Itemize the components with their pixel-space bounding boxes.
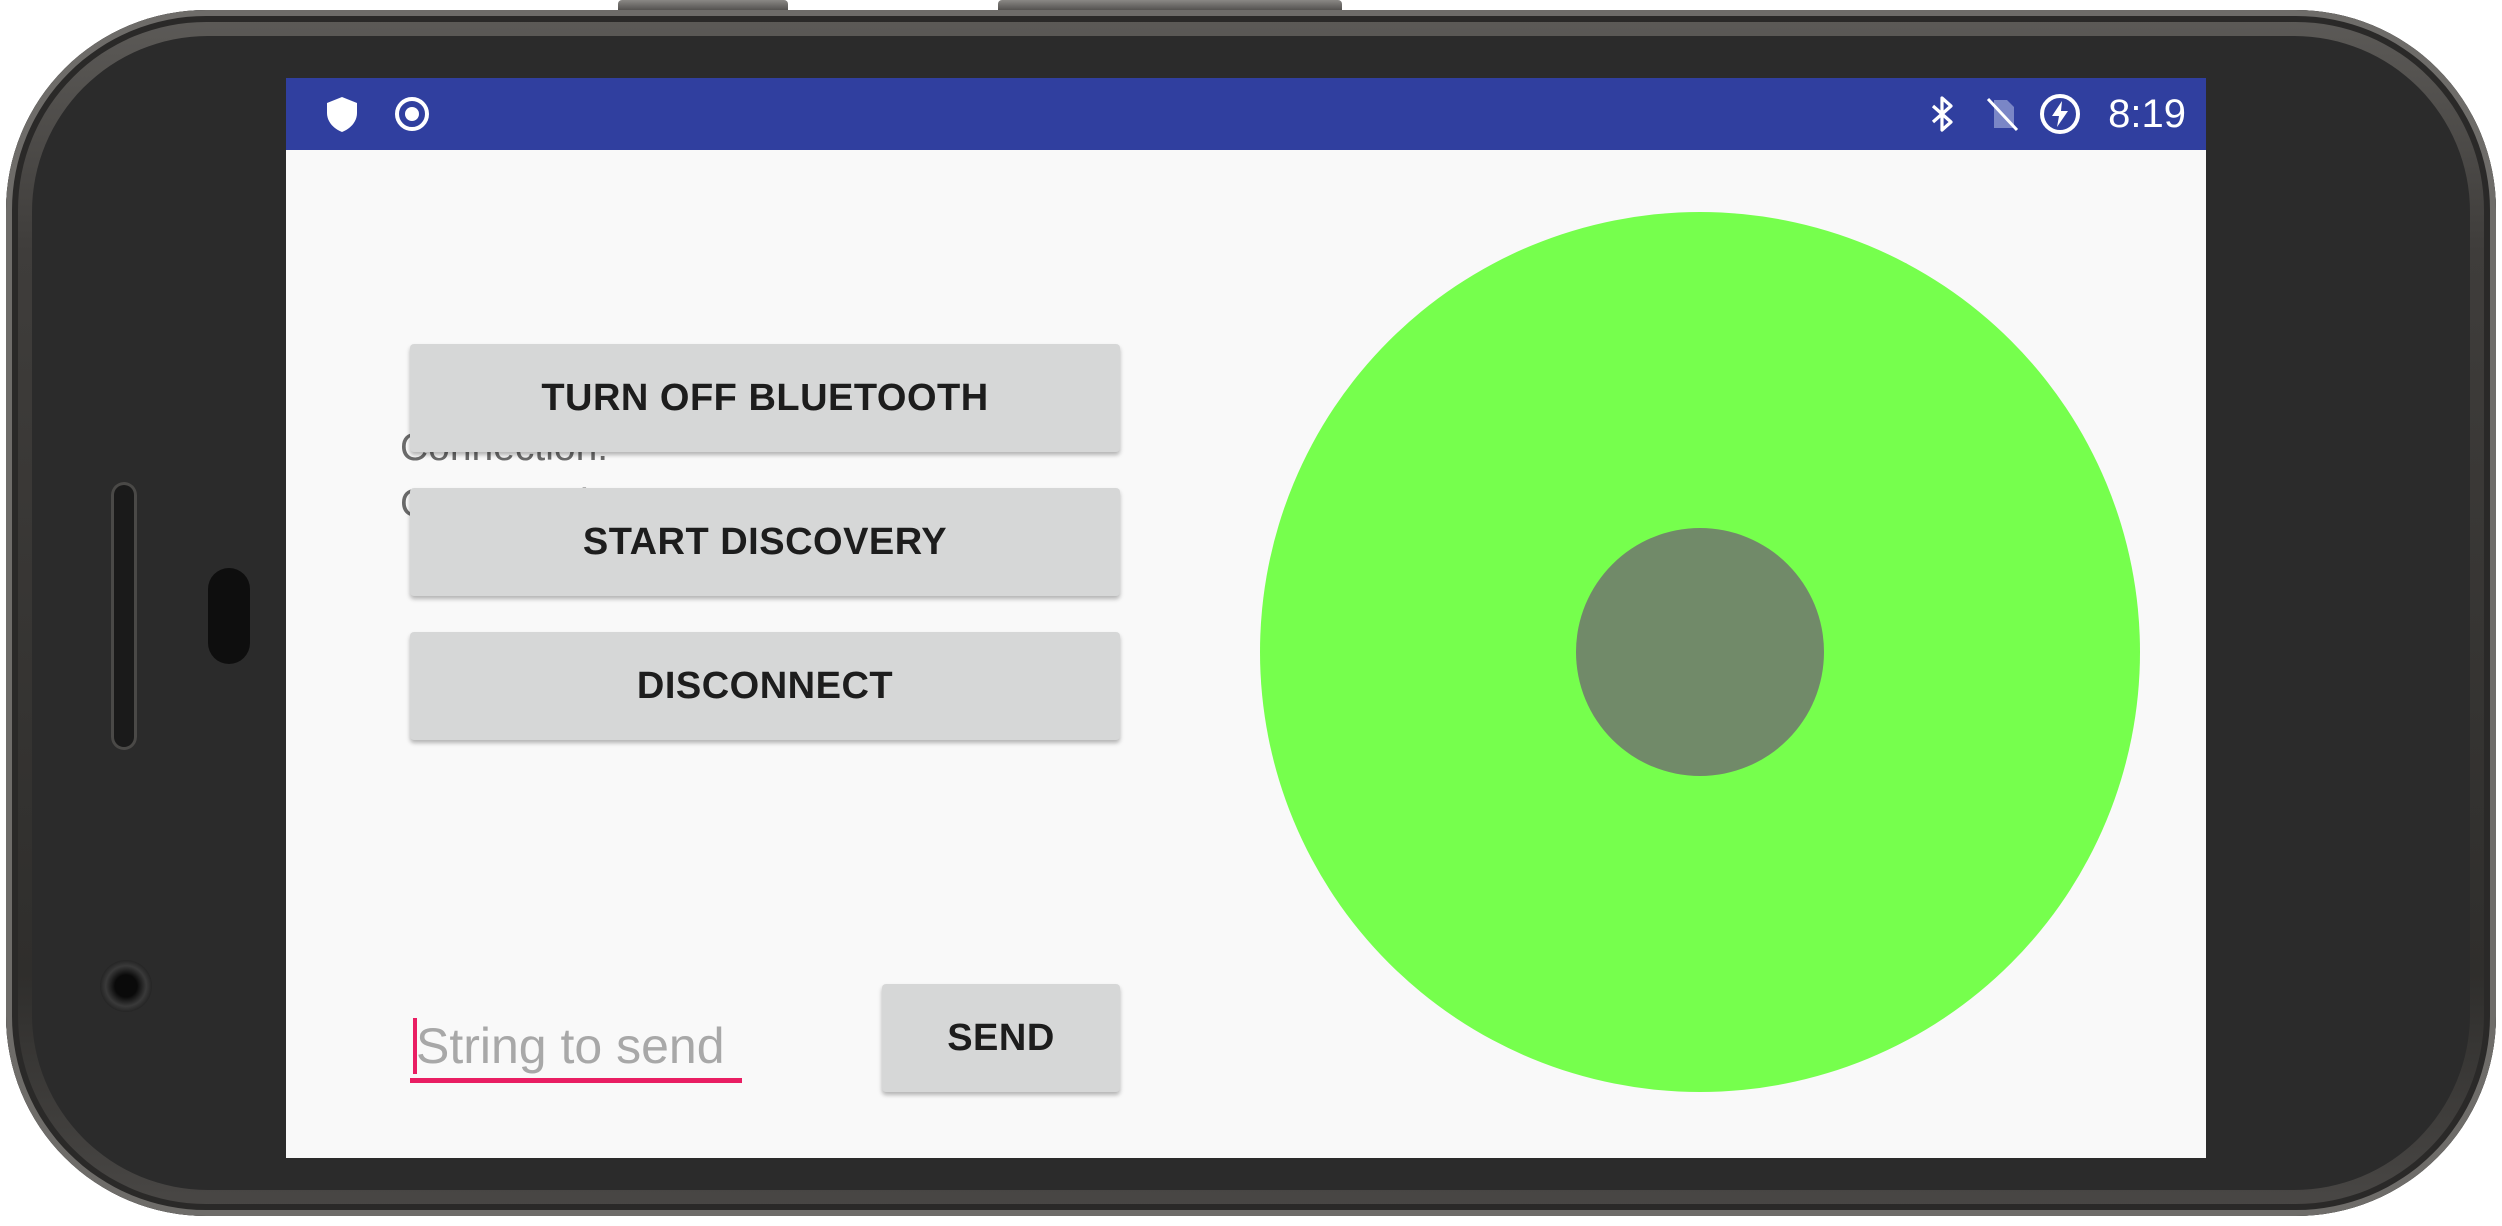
no-sim-icon	[1986, 97, 2019, 132]
proximity-sensor	[208, 568, 250, 664]
phone-frame: 8:19 Connection: Connected TURN OFF BLUE…	[0, 0, 2502, 1226]
shield-icon	[327, 97, 357, 132]
disconnect-button[interactable]: DISCONNECT	[410, 632, 1120, 740]
turn-off-bluetooth-button[interactable]: TURN OFF BLUETOOTH	[410, 344, 1120, 452]
record-icon	[395, 97, 429, 131]
speaker-grille	[111, 482, 137, 750]
front-camera	[100, 960, 152, 1012]
text-cursor	[413, 1018, 417, 1074]
send-string-input[interactable]: String to send	[410, 996, 742, 1096]
bluetooth-icon	[1931, 96, 1953, 132]
status-time: 8:19	[2108, 92, 2186, 136]
start-discovery-button[interactable]: START DISCOVERY	[410, 488, 1120, 596]
joystick[interactable]	[1260, 212, 2140, 1092]
battery-saver-icon	[2040, 94, 2080, 134]
input-underline	[410, 1078, 742, 1083]
app-screen: 8:19 Connection: Connected TURN OFF BLUE…	[286, 78, 2206, 1158]
joystick-knob[interactable]	[1576, 528, 1824, 776]
send-input-placeholder: String to send	[416, 1018, 725, 1074]
status-bar: 8:19	[286, 78, 2206, 150]
send-button[interactable]: SEND	[882, 984, 1120, 1092]
